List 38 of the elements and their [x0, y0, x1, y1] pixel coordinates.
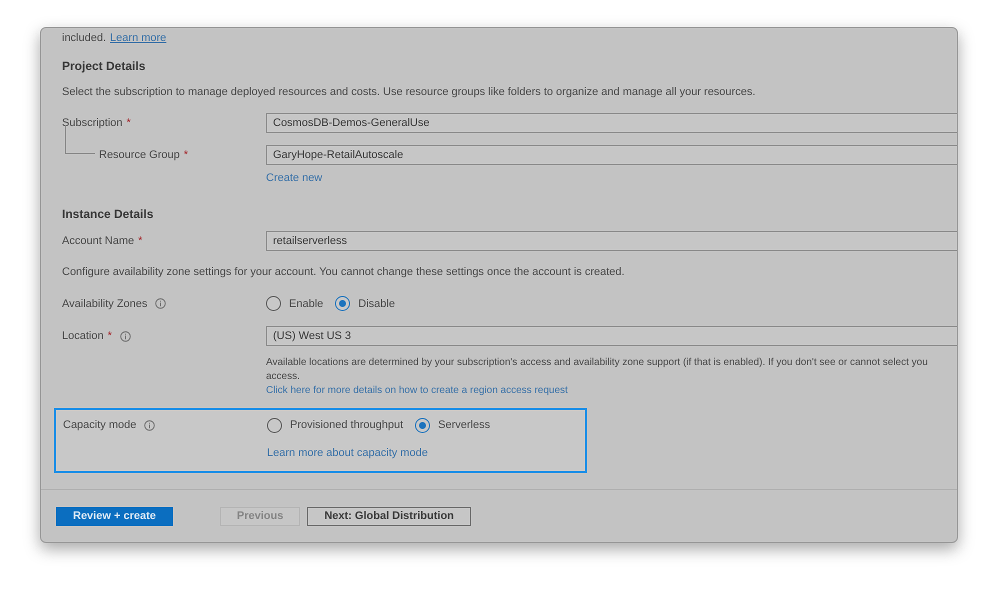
- nav-button[interactable]: Next: Global Distribution: [307, 506, 471, 526]
- nav-button[interactable]: Review + create: [56, 506, 173, 526]
- help-text: access.: [266, 370, 301, 384]
- required-mark: *: [126, 116, 131, 131]
- radio-button[interactable]: [415, 418, 430, 433]
- info-icon[interactable]: [144, 420, 156, 431]
- description-text: Select the subscription to manage deployed resources and costs. Use resource groups like folders to organize and manage all your resources.: [62, 84, 756, 100]
- input-field[interactable]: GaryHope-RetailAutoscale: [266, 145, 957, 165]
- required-mark: *: [138, 234, 142, 249]
- info-icon[interactable]: [155, 298, 166, 310]
- section-heading: Instance Details: [62, 206, 154, 223]
- info-icon[interactable]: [120, 330, 131, 342]
- field-label: Capacity mode: [63, 418, 136, 433]
- radio-label: Enable: [289, 296, 324, 312]
- intro-text: included.: [62, 31, 106, 46]
- radio-label: Serverless: [438, 418, 490, 433]
- field-label: Account Name: [62, 234, 134, 249]
- radio-label: Provisioned throughput: [290, 418, 404, 433]
- field-label: Resource Group: [99, 148, 180, 163]
- section-heading: Project Details: [62, 58, 146, 74]
- help-text: Available locations are determined by your subscription's access and availability zone support (if that is enabled). If you don't see or cannot select you: [266, 356, 929, 370]
- input-field[interactable]: CosmosDB-Demos-GeneralUse: [266, 113, 957, 133]
- learn-more-link[interactable]: Learn more: [110, 30, 166, 46]
- required-mark: *: [108, 328, 112, 344]
- input-field[interactable]: (US) West US 3: [266, 326, 957, 346]
- radio-button[interactable]: [266, 296, 281, 312]
- description-text: Configure availability zone settings for your account. You cannot change these settings once the account is created.: [62, 265, 626, 280]
- region-access-link[interactable]: Click here for more details on how to create a region access request: [266, 384, 568, 398]
- field-label: Availability Zones: [62, 296, 148, 312]
- capacity-mode-link[interactable]: Learn more about capacity mode: [267, 446, 428, 458]
- field-label: Subscription: [62, 116, 123, 131]
- create-new-link[interactable]: Create new: [266, 172, 322, 184]
- field-label: Location: [62, 328, 104, 344]
- radio-label: Disable: [358, 296, 395, 312]
- input-field[interactable]: retailserverless: [266, 231, 957, 251]
- radio-button[interactable]: [267, 418, 282, 433]
- required-mark: *: [184, 148, 188, 163]
- radio-button[interactable]: [335, 296, 350, 312]
